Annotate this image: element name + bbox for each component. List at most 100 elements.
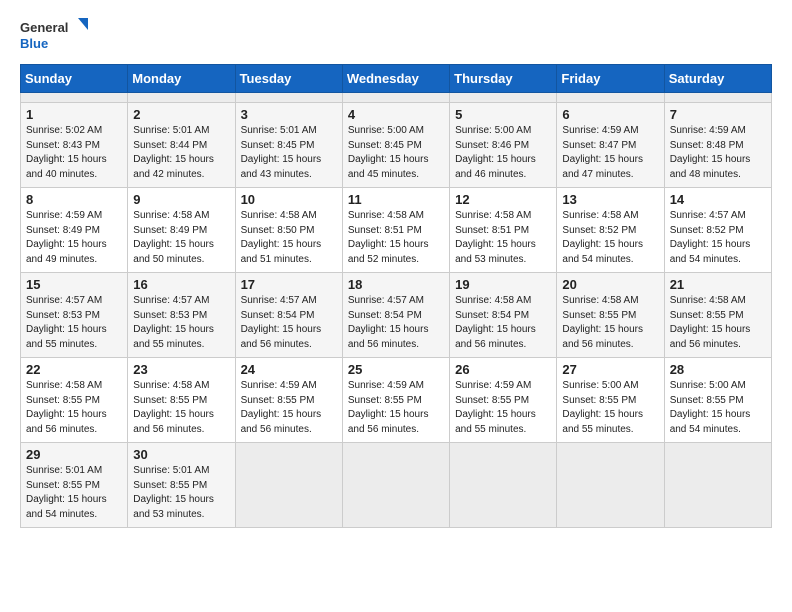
calendar-cell: 21 Sunrise: 4:58 AMSunset: 8:55 PMDayligh… bbox=[664, 273, 771, 358]
weekday-header-row: SundayMondayTuesdayWednesdayThursdayFrid… bbox=[21, 65, 772, 93]
calendar-row: 22 Sunrise: 4:58 AMSunset: 8:55 PMDayligh… bbox=[21, 358, 772, 443]
day-number: 20 bbox=[562, 277, 658, 292]
svg-text:General: General bbox=[20, 20, 68, 35]
weekday-sunday: Sunday bbox=[21, 65, 128, 93]
calendar-cell: 18Sunrise: 4:57 AMSunset: 8:54 PMDayligh… bbox=[342, 273, 449, 358]
calendar-cell: 6Sunrise: 4:59 AMSunset: 8:47 PMDaylight… bbox=[557, 103, 664, 188]
calendar-cell bbox=[235, 93, 342, 103]
calendar-cell: 11 Sunrise: 4:58 AMSunset: 8:51 PMDayligh… bbox=[342, 188, 449, 273]
day-info: Sunrise: 4:58 AMSunset: 8:51 PMDaylight:… bbox=[455, 209, 551, 267]
calendar-cell: 30 Sunrise: 5:01 AMSunset: 8:55 PMDayligh… bbox=[128, 443, 235, 528]
day-info: Sunrise: 4:58 AMSunset: 8:55 PMDaylight:… bbox=[670, 294, 766, 352]
day-info: Sunrise: 4:59 AMSunset: 8:55 PMDaylight:… bbox=[348, 379, 444, 437]
calendar-cell: 28Sunrise: 5:00 AMSunset: 8:55 PMDayligh… bbox=[664, 358, 771, 443]
weekday-friday: Friday bbox=[557, 65, 664, 93]
day-info: Sunrise: 5:01 AMSunset: 8:44 PMDaylight:… bbox=[133, 124, 229, 182]
calendar-cell: 10Sunrise: 4:58 AMSunset: 8:50 PMDayligh… bbox=[235, 188, 342, 273]
calendar-cell bbox=[450, 93, 557, 103]
calendar-cell: 12 Sunrise: 4:58 AMSunset: 8:51 PMDayligh… bbox=[450, 188, 557, 273]
calendar-cell bbox=[450, 443, 557, 528]
day-info: Sunrise: 5:00 AMSunset: 8:55 PMDaylight:… bbox=[670, 379, 766, 437]
day-info: Sunrise: 4:57 AMSunset: 8:53 PMDaylight:… bbox=[26, 294, 122, 352]
day-number: 5 bbox=[455, 107, 551, 122]
day-number: 12 bbox=[455, 192, 551, 207]
day-info: Sunrise: 4:58 AMSunset: 8:55 PMDaylight:… bbox=[26, 379, 122, 437]
calendar-cell bbox=[21, 93, 128, 103]
calendar-row: 29Sunrise: 5:01 AMSunset: 8:55 PMDayligh… bbox=[21, 443, 772, 528]
day-info: Sunrise: 4:58 AMSunset: 8:52 PMDaylight:… bbox=[562, 209, 658, 267]
day-number: 23 bbox=[133, 362, 229, 377]
calendar-cell: 3 Sunrise: 5:01 AMSunset: 8:45 PMDaylight… bbox=[235, 103, 342, 188]
day-info: Sunrise: 4:58 AMSunset: 8:54 PMDaylight:… bbox=[455, 294, 551, 352]
calendar-cell: 25 Sunrise: 4:59 AMSunset: 8:55 PMDayligh… bbox=[342, 358, 449, 443]
day-info: Sunrise: 5:01 AMSunset: 8:55 PMDaylight:… bbox=[133, 464, 229, 522]
day-number: 13 bbox=[562, 192, 658, 207]
calendar-cell: 13 Sunrise: 4:58 AMSunset: 8:52 PMDayligh… bbox=[557, 188, 664, 273]
day-number: 19 bbox=[455, 277, 551, 292]
calendar-cell bbox=[664, 93, 771, 103]
day-info: Sunrise: 4:58 AMSunset: 8:49 PMDaylight:… bbox=[133, 209, 229, 267]
calendar-cell: 16Sunrise: 4:57 AMSunset: 8:53 PMDayligh… bbox=[128, 273, 235, 358]
page: General Blue SundayMondayTuesdayWednesda… bbox=[0, 0, 792, 548]
calendar-row: 8Sunrise: 4:59 AMSunset: 8:49 PMDaylight… bbox=[21, 188, 772, 273]
day-info: Sunrise: 5:01 AMSunset: 8:45 PMDaylight:… bbox=[241, 124, 337, 182]
calendar-cell bbox=[235, 443, 342, 528]
day-info: Sunrise: 5:00 AMSunset: 8:45 PMDaylight:… bbox=[348, 124, 444, 182]
weekday-monday: Monday bbox=[128, 65, 235, 93]
calendar-cell: 2Sunrise: 5:01 AMSunset: 8:44 PMDaylight… bbox=[128, 103, 235, 188]
day-number: 25 bbox=[348, 362, 444, 377]
weekday-tuesday: Tuesday bbox=[235, 65, 342, 93]
day-number: 22 bbox=[26, 362, 122, 377]
day-number: 26 bbox=[455, 362, 551, 377]
calendar-cell bbox=[342, 443, 449, 528]
calendar-cell: 8Sunrise: 4:59 AMSunset: 8:49 PMDaylight… bbox=[21, 188, 128, 273]
day-number: 1 bbox=[26, 107, 122, 122]
logo: General Blue bbox=[20, 16, 90, 54]
calendar-cell: 7 Sunrise: 4:59 AMSunset: 8:48 PMDaylight… bbox=[664, 103, 771, 188]
day-info: Sunrise: 4:57 AMSunset: 8:53 PMDaylight:… bbox=[133, 294, 229, 352]
header: General Blue bbox=[20, 16, 772, 54]
calendar-cell: 22 Sunrise: 4:58 AMSunset: 8:55 PMDayligh… bbox=[21, 358, 128, 443]
calendar-cell bbox=[342, 93, 449, 103]
day-number: 27 bbox=[562, 362, 658, 377]
day-info: Sunrise: 4:58 AMSunset: 8:55 PMDaylight:… bbox=[562, 294, 658, 352]
day-number: 3 bbox=[241, 107, 337, 122]
day-info: Sunrise: 5:00 AMSunset: 8:55 PMDaylight:… bbox=[562, 379, 658, 437]
day-number: 7 bbox=[670, 107, 766, 122]
calendar-cell: 5 Sunrise: 5:00 AMSunset: 8:46 PMDaylight… bbox=[450, 103, 557, 188]
calendar-cell: 17 Sunrise: 4:57 AMSunset: 8:54 PMDayligh… bbox=[235, 273, 342, 358]
calendar-cell bbox=[128, 93, 235, 103]
day-number: 10 bbox=[241, 192, 337, 207]
day-number: 30 bbox=[133, 447, 229, 462]
calendar-row bbox=[21, 93, 772, 103]
day-info: Sunrise: 4:57 AMSunset: 8:52 PMDaylight:… bbox=[670, 209, 766, 267]
calendar-table: SundayMondayTuesdayWednesdayThursdayFrid… bbox=[20, 64, 772, 528]
day-info: Sunrise: 4:59 AMSunset: 8:55 PMDaylight:… bbox=[455, 379, 551, 437]
day-info: Sunrise: 4:57 AMSunset: 8:54 PMDaylight:… bbox=[348, 294, 444, 352]
day-number: 9 bbox=[133, 192, 229, 207]
day-info: Sunrise: 4:58 AMSunset: 8:51 PMDaylight:… bbox=[348, 209, 444, 267]
day-info: Sunrise: 4:57 AMSunset: 8:54 PMDaylight:… bbox=[241, 294, 337, 352]
calendar-cell: 15Sunrise: 4:57 AMSunset: 8:53 PMDayligh… bbox=[21, 273, 128, 358]
day-info: Sunrise: 4:59 AMSunset: 8:48 PMDaylight:… bbox=[670, 124, 766, 182]
calendar-cell: 1Sunrise: 5:02 AMSunset: 8:43 PMDaylight… bbox=[21, 103, 128, 188]
day-number: 11 bbox=[348, 192, 444, 207]
calendar-cell: 27 Sunrise: 5:00 AMSunset: 8:55 PMDayligh… bbox=[557, 358, 664, 443]
weekday-wednesday: Wednesday bbox=[342, 65, 449, 93]
day-number: 24 bbox=[241, 362, 337, 377]
day-number: 17 bbox=[241, 277, 337, 292]
day-number: 4 bbox=[348, 107, 444, 122]
day-info: Sunrise: 5:00 AMSunset: 8:46 PMDaylight:… bbox=[455, 124, 551, 182]
day-number: 14 bbox=[670, 192, 766, 207]
calendar-cell: 24 Sunrise: 4:59 AMSunset: 8:55 PMDayligh… bbox=[235, 358, 342, 443]
calendar-cell bbox=[557, 93, 664, 103]
calendar-cell: 29Sunrise: 5:01 AMSunset: 8:55 PMDayligh… bbox=[21, 443, 128, 528]
calendar-cell bbox=[557, 443, 664, 528]
day-info: Sunrise: 4:58 AMSunset: 8:55 PMDaylight:… bbox=[133, 379, 229, 437]
calendar-cell: 26 Sunrise: 4:59 AMSunset: 8:55 PMDayligh… bbox=[450, 358, 557, 443]
calendar-cell: 20 Sunrise: 4:58 AMSunset: 8:55 PMDayligh… bbox=[557, 273, 664, 358]
day-info: Sunrise: 4:59 AMSunset: 8:49 PMDaylight:… bbox=[26, 209, 122, 267]
day-number: 21 bbox=[670, 277, 766, 292]
calendar-cell: 4 Sunrise: 5:00 AMSunset: 8:45 PMDaylight… bbox=[342, 103, 449, 188]
day-info: Sunrise: 4:59 AMSunset: 8:55 PMDaylight:… bbox=[241, 379, 337, 437]
